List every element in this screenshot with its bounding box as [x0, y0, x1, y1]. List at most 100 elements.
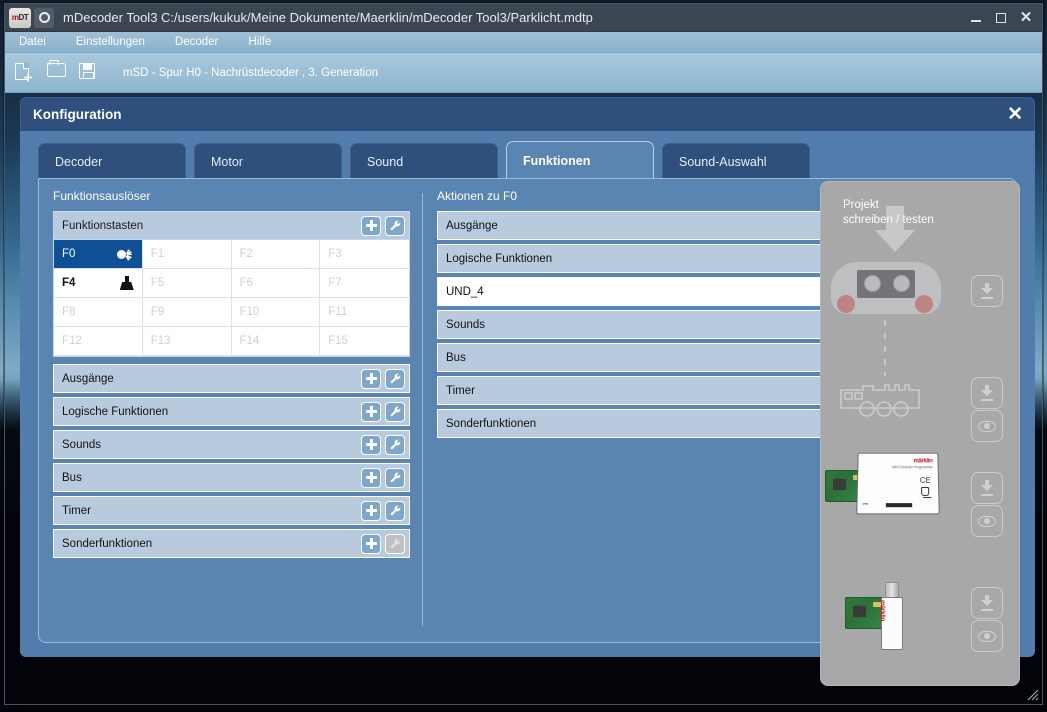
function-key-f6[interactable]: F6 — [232, 269, 321, 298]
read-from-usb-stick-button[interactable] — [971, 620, 1003, 652]
left-category-sonderfunktionen-settings-button[interactable] — [385, 534, 405, 554]
function-key-label: F5 — [151, 277, 164, 289]
konfiguration-dialog: Konfiguration ✕ Decoder Motor Sound Funk… — [20, 97, 1035, 657]
close-button[interactable]: ✕ — [1015, 8, 1037, 28]
window-title: mDecoder Tool3 C:/users/kukuk/Meine Doku… — [63, 10, 593, 25]
function-key-label: F9 — [151, 306, 164, 318]
function-key-f14[interactable]: F14 — [232, 327, 321, 356]
open-folder-icon[interactable] — [47, 63, 65, 83]
left-category-timer-add-button[interactable] — [361, 501, 381, 521]
function-key-label: F8 — [62, 306, 75, 318]
funktionsausloeser-column: Funktionsauslöser Funktionstasten — [39, 179, 422, 642]
write-to-programmer-button[interactable] — [971, 472, 1003, 504]
left-category-sounds-add-button[interactable] — [361, 435, 381, 455]
function-key-label: F3 — [328, 248, 341, 260]
function-key-f7[interactable]: F7 — [320, 269, 409, 298]
window-resize-grip[interactable] — [1026, 688, 1039, 701]
programmer-slot — [886, 503, 912, 507]
dialog-close-button[interactable]: ✕ — [1007, 105, 1022, 124]
write-to-usb-stick-button[interactable] — [971, 587, 1003, 619]
eye-icon — [978, 421, 996, 432]
left-category-bus-settings-button[interactable] — [385, 468, 405, 488]
function-keys-block: Funktionstasten F0F1F2F3F4F5F6F7F8F9F10F… — [53, 211, 410, 357]
function-key-f4[interactable]: F4 — [54, 269, 143, 298]
menu-item-hilfe[interactable]: Hilfe — [248, 36, 271, 48]
left-category-timer-settings-button[interactable] — [385, 501, 405, 521]
left-category-sonderfunktionen-add-button[interactable] — [361, 534, 381, 554]
function-key-f3[interactable]: F3 — [320, 240, 409, 269]
function-key-f8[interactable]: F8 — [54, 298, 143, 327]
read-from-programmer-button[interactable] — [971, 505, 1003, 537]
left-category-sounds-label: Sounds — [62, 439, 361, 451]
write-to-central-station-button[interactable] — [971, 275, 1003, 307]
save-floppy-icon[interactable] — [79, 63, 97, 83]
function-keys-settings-button[interactable] — [385, 216, 405, 236]
eye-icon — [978, 516, 996, 527]
maximize-button[interactable] — [990, 8, 1012, 28]
new-document-icon[interactable] — [15, 63, 33, 83]
tab-sound-auswahl[interactable]: Sound-Auswahl — [662, 143, 810, 179]
left-category-logische-funktionen-label: Logische Funktionen — [62, 406, 361, 418]
eye-icon — [978, 631, 996, 642]
function-key-f12[interactable]: F12 — [54, 327, 143, 356]
menu-item-decoder[interactable]: Decoder — [175, 36, 218, 48]
headlight-icon — [117, 247, 134, 262]
left-category-ausgaenge-settings-button[interactable] — [385, 369, 405, 389]
left-category-ausgaenge[interactable]: Ausgänge — [53, 364, 410, 393]
left-category-logische-funktionen[interactable]: Logische Funktionen — [53, 397, 410, 426]
ce-mark: CE — [920, 476, 931, 485]
usb-port-mark: ⎓ — [862, 501, 868, 509]
tab-motor[interactable]: Motor — [194, 143, 342, 179]
read-from-decoder-button[interactable] — [971, 410, 1003, 442]
projekt-sidebar: Projekt schreiben / testen — [820, 181, 1020, 686]
menu-item-einstellungen[interactable]: Einstellungen — [76, 36, 145, 48]
function-key-label: F14 — [240, 335, 260, 347]
programmer-brand: märklin — [914, 458, 933, 464]
usb-stick-graphic: märklin — [881, 582, 903, 650]
function-key-f1[interactable]: F1 — [143, 240, 232, 269]
tab-sound[interactable]: Sound — [350, 143, 498, 179]
function-key-f5[interactable]: F5 — [143, 269, 232, 298]
write-to-decoder-button[interactable] — [971, 377, 1003, 409]
wrench-icon — [389, 372, 402, 385]
function-key-label: F10 — [240, 306, 260, 318]
menu-item-datei[interactable]: Datei — [19, 36, 46, 48]
function-key-label: F6 — [240, 277, 253, 289]
window-client-area: Konfiguration ✕ Decoder Motor Sound Funk… — [5, 93, 1042, 704]
function-key-f10[interactable]: F10 — [232, 298, 321, 327]
function-key-label: F1 — [151, 248, 164, 260]
function-key-f0[interactable]: F0 — [54, 240, 143, 269]
close-icon: ✕ — [1020, 10, 1033, 25]
left-category-logische-funktionen-settings-button[interactable] — [385, 402, 405, 422]
document-icon — [34, 8, 54, 28]
tab-decoder[interactable]: Decoder — [38, 143, 186, 179]
menu-bar: Datei Einstellungen Decoder Hilfe — [5, 32, 1042, 53]
function-key-label: F15 — [328, 335, 348, 347]
left-category-ausgaenge-add-button[interactable] — [361, 369, 381, 389]
function-key-f11[interactable]: F11 — [320, 298, 409, 327]
programmer-brand-sub: MDT Decoder Programmer — [892, 465, 932, 469]
function-key-f15[interactable]: F15 — [320, 327, 409, 356]
minimize-button[interactable] — [965, 8, 987, 28]
connection-dashed-line — [884, 320, 886, 376]
function-key-f2[interactable]: F2 — [232, 240, 321, 269]
left-category-sounds-settings-button[interactable] — [385, 435, 405, 455]
download-arrow-icon — [979, 480, 995, 496]
download-arrow-icon — [979, 385, 995, 401]
decoder-type-label: mSD - Spur H0 - Nachrüstdecoder , 3. Gen… — [123, 67, 378, 79]
tab-funktionen[interactable]: Funktionen — [506, 141, 654, 179]
left-category-bus-add-button[interactable] — [361, 468, 381, 488]
left-category-logische-funktionen-add-button[interactable] — [361, 402, 381, 422]
left-category-ausgaenge-label: Ausgänge — [62, 373, 361, 385]
left-category-sounds[interactable]: Sounds — [53, 430, 410, 459]
function-key-f9[interactable]: F9 — [143, 298, 232, 327]
function-key-label: F12 — [62, 335, 82, 347]
function-key-label: F2 — [240, 248, 253, 260]
function-keys-add-button[interactable] — [361, 216, 381, 236]
toolbar: mSD - Spur H0 - Nachrüstdecoder , 3. Gen… — [5, 53, 1042, 93]
function-key-f13[interactable]: F13 — [143, 327, 232, 356]
window-titlebar: mDT mDecoder Tool3 C:/users/kukuk/Meine … — [5, 4, 1042, 32]
left-category-timer[interactable]: Timer — [53, 496, 410, 525]
left-category-bus[interactable]: Bus — [53, 463, 410, 492]
left-category-sonderfunktionen[interactable]: Sonderfunktionen — [53, 529, 410, 558]
